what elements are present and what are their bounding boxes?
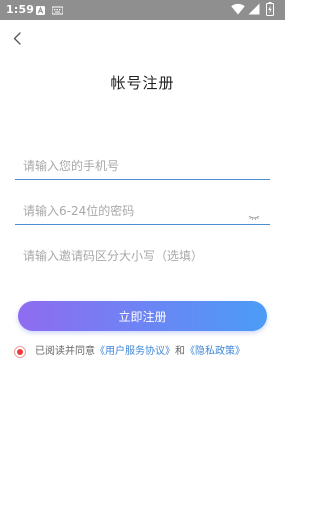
agreement-text: 已阅读并同意《用户服务协议》和《隐私政策》	[35, 344, 245, 360]
register-screen: 1:59 帐号注册 请输入您的手机号 请输入邀请码区分大小写（选填） 立即注册 …	[0, 0, 285, 508]
invite-code-field	[15, 244, 270, 270]
eye-closed-icon	[248, 215, 260, 221]
agreement-radio[interactable]	[14, 346, 26, 358]
phone-field-underline	[15, 179, 270, 180]
password-field-underline	[15, 224, 270, 225]
phone-input[interactable]	[23, 154, 243, 178]
register-button[interactable]: 立即注册	[18, 301, 267, 331]
agreement-row: 已阅读并同意《用户服务协议》和《隐私政策》	[14, 344, 279, 360]
status-time: 1:59	[6, 3, 35, 16]
back-button[interactable]	[10, 30, 30, 48]
radio-checked-dot	[16, 348, 23, 355]
wifi-icon	[231, 3, 245, 15]
keyboard-icon	[51, 5, 64, 15]
password-field	[15, 199, 270, 225]
page-title: 帐号注册	[110, 74, 175, 92]
notification-a-icon	[36, 5, 45, 15]
agreement-prefix: 已阅读并同意	[35, 346, 95, 357]
battery-charging-icon	[266, 2, 274, 16]
privacy-policy-link[interactable]: 《隐私政策》	[185, 346, 245, 357]
password-visibility-toggle[interactable]	[248, 207, 260, 221]
agreement-and: 和	[175, 346, 185, 357]
user-agreement-link[interactable]: 《用户服务协议》	[95, 346, 175, 357]
phone-field	[15, 154, 270, 180]
signal-icon	[248, 3, 260, 15]
chevron-left-icon	[13, 32, 21, 45]
status-bar: 1:59	[0, 0, 285, 20]
invite-code-input[interactable]	[23, 244, 268, 268]
password-input[interactable]	[23, 199, 243, 223]
